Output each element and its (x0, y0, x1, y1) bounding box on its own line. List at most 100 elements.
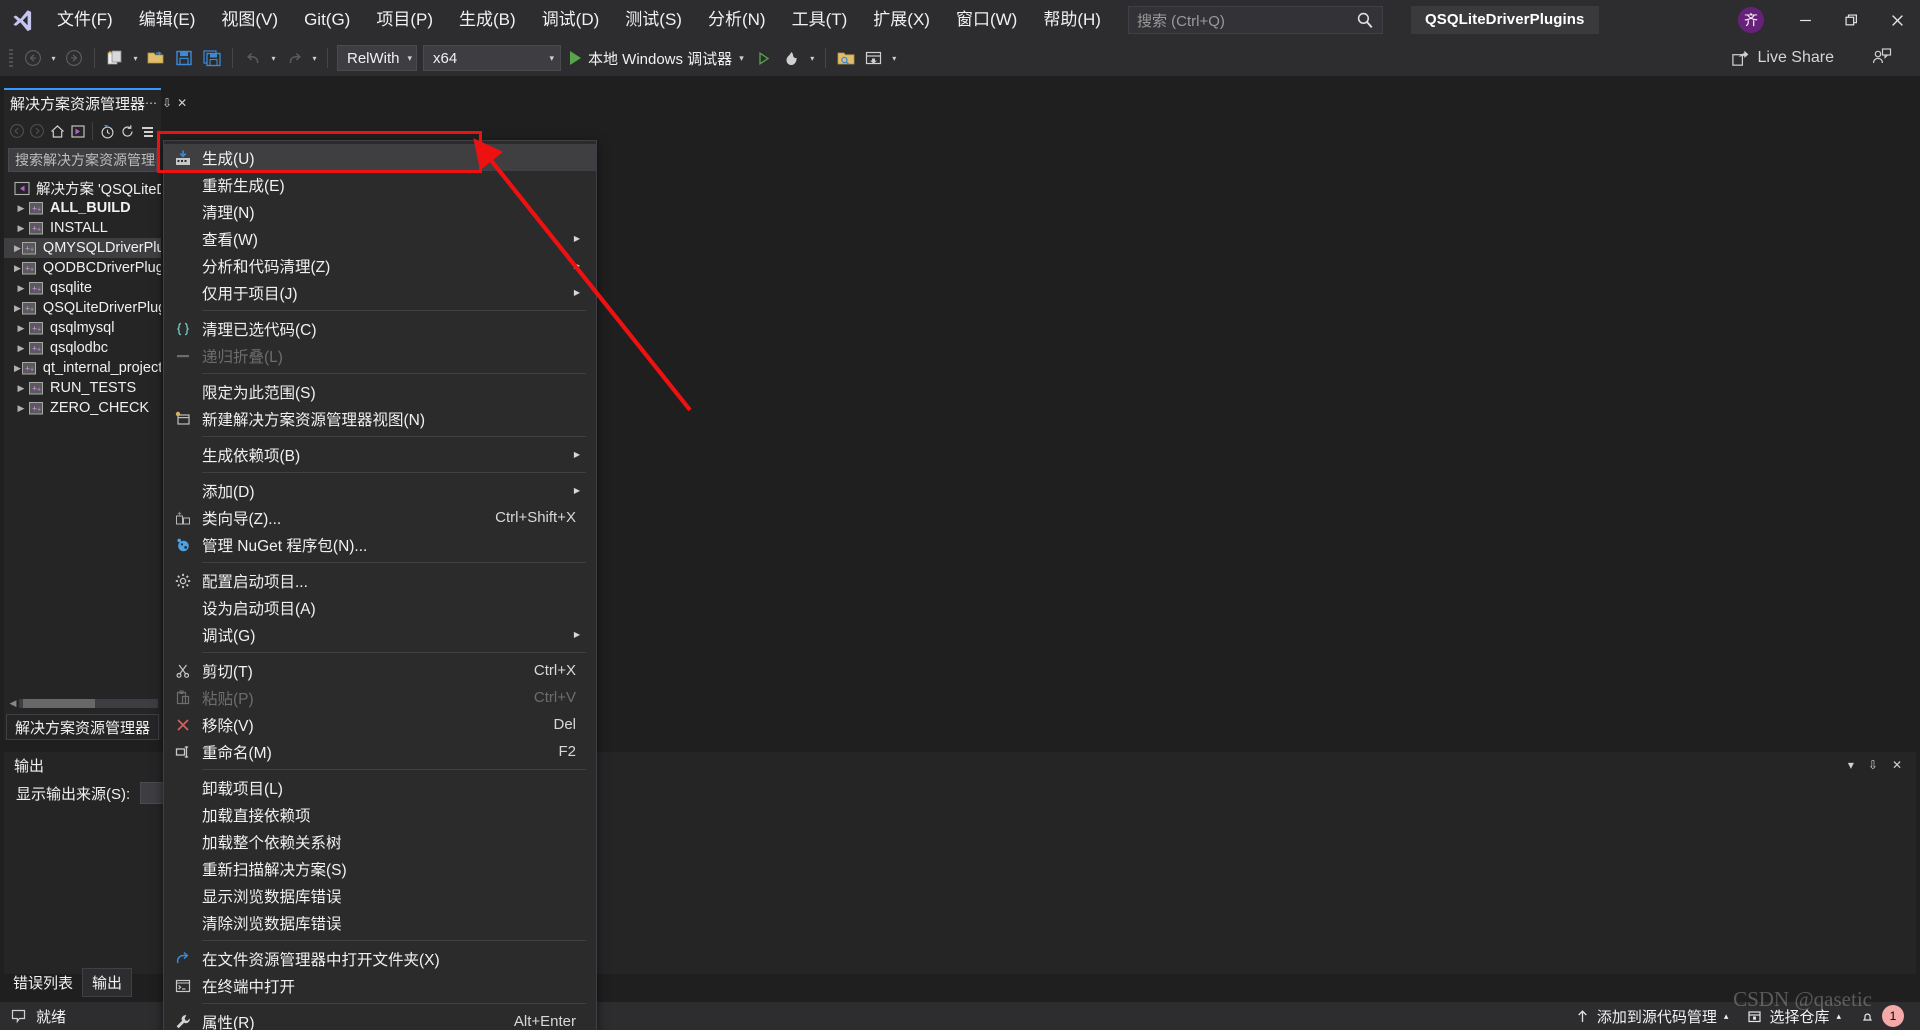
context-menu-item-rename[interactable]: 重命名(M) F2 (164, 738, 596, 765)
toolbar-grip[interactable] (6, 47, 16, 69)
pin-icon[interactable]: ⇩ (1868, 758, 1878, 772)
context-menu-item-debug[interactable]: 调试(G) ▶ (164, 621, 596, 648)
context-menu-item-view[interactable]: 查看(W) ▶ (164, 225, 596, 252)
menu-debug[interactable]: 调试(D) (529, 0, 613, 40)
expander-icon[interactable]: ▶ (14, 323, 28, 334)
scroll-track[interactable] (19, 698, 158, 708)
save-icon[interactable] (170, 44, 198, 72)
select-repository-button[interactable]: 选择仓库 ▴ (1741, 1006, 1847, 1027)
solution-explorer-horizontal-scrollbar[interactable]: ◀ (7, 696, 158, 710)
expander-icon[interactable]: ▶ (14, 383, 28, 394)
context-menu-item-add[interactable]: 添加(D) ▶ (164, 477, 596, 504)
context-menu-item-open-folder-in-file-explorer[interactable]: 在文件资源管理器中打开文件夹(X) (164, 945, 596, 972)
live-share-people-icon[interactable] (1871, 46, 1892, 72)
menu-window[interactable]: 窗口(W) (943, 0, 1030, 40)
context-menu-item-scope-to-this[interactable]: 限定为此范围(S) (164, 378, 596, 405)
redo-icon[interactable] (280, 44, 308, 72)
context-menu-item-rebuild[interactable]: 重新生成(E) (164, 171, 596, 198)
tree-item-qodbcdriverplugin[interactable]: ▶ ++ QODBCDriverPlugin (4, 258, 161, 278)
tree-item-qmysqldriverplugin[interactable]: ▶ ++ QMYSQLDriverPlugin (4, 238, 161, 258)
tree-item-solution[interactable]: 解决方案 'QSQLiteDriverPlugins' (11 个项目) (4, 178, 161, 198)
nav-back-icon[interactable] (8, 119, 26, 143)
menu-git[interactable]: Git(G) (291, 0, 363, 40)
start-without-debugging-icon[interactable] (750, 44, 778, 72)
chevron-down-icon[interactable]: ▾ (739, 53, 744, 64)
window-layout-icon[interactable] (860, 44, 888, 72)
start-debugging-button[interactable]: 本地 Windows 调试器 ▾ (564, 44, 750, 72)
navigate-forward-icon[interactable] (60, 44, 88, 72)
refresh-icon[interactable] (118, 119, 136, 143)
context-menu-item-unload-project[interactable]: 卸载项目(L) (164, 774, 596, 801)
expander-icon[interactable]: ▶ (14, 343, 28, 354)
minimize-icon[interactable] (1782, 0, 1828, 40)
nav-forward-icon[interactable] (28, 119, 46, 143)
expander-icon[interactable]: ▶ (14, 303, 21, 314)
menu-extensions[interactable]: 扩展(X) (860, 0, 943, 40)
avatar[interactable]: 齐 (1738, 7, 1764, 33)
expander-icon[interactable]: ▶ (14, 243, 21, 254)
open-folder-icon[interactable] (142, 44, 170, 72)
folder-search-icon[interactable] (832, 44, 860, 72)
menu-test[interactable]: 测试(S) (612, 0, 695, 40)
switch-views-icon[interactable] (69, 119, 87, 143)
pin-icon[interactable]: ⇩ (162, 97, 172, 109)
context-menu-item-remove[interactable]: 移除(V) Del (164, 711, 596, 738)
tree-item-qsqlitedriverplugin[interactable]: ▶ ++ QSQLiteDriverPlugin (4, 298, 161, 318)
scroll-left-icon[interactable]: ◀ (7, 698, 19, 709)
navigate-back-dropdown-icon[interactable]: ▾ (47, 44, 60, 72)
menu-build[interactable]: 生成(B) (446, 0, 529, 40)
tree-item-qsqlite[interactable]: ▶ + + qsqlite (4, 278, 161, 298)
context-menu-item-build[interactable]: 生成(U) (164, 144, 596, 171)
pending-changes-icon[interactable] (98, 119, 116, 143)
restore-icon[interactable] (1828, 0, 1874, 40)
menu-edit[interactable]: 编辑(E) (126, 0, 209, 40)
tab-output[interactable]: 输出 (82, 968, 133, 997)
tab-error-list[interactable]: 错误列表 (4, 969, 82, 996)
collapse-all-icon[interactable] (139, 119, 157, 143)
context-menu-item-build-dependencies[interactable]: 生成依赖项(B) ▶ (164, 441, 596, 468)
layout-dropdown-icon[interactable]: ▾ (888, 44, 901, 72)
context-menu-item-configure-startup-projects[interactable]: 配置启动项目... (164, 567, 596, 594)
home-icon[interactable] (49, 119, 67, 143)
expander-icon[interactable]: ▶ (14, 263, 21, 274)
solution-configuration-combo[interactable]: RelWith ▾ (337, 45, 417, 71)
expander-icon[interactable]: ▶ (14, 363, 21, 374)
save-all-icon[interactable] (198, 44, 226, 72)
scroll-thumb[interactable] (23, 698, 95, 708)
menu-file[interactable]: 文件(F) (44, 0, 126, 40)
context-menu-item-class-wizard[interactable]: 类向导(Z)... Ctrl+Shift+X (164, 504, 596, 531)
notifications-button[interactable]: 1 (1854, 1005, 1910, 1027)
new-item-icon[interactable] (101, 44, 129, 72)
menu-project[interactable]: 项目(P) (363, 0, 446, 40)
context-menu-item-load-entire-dependency-tree[interactable]: 加载整个依赖关系树 (164, 828, 596, 855)
more-icon[interactable]: ⋯ (145, 97, 157, 109)
solution-platform-combo[interactable]: x64 ▾ (423, 45, 561, 71)
undo-dropdown-icon[interactable]: ▾ (267, 44, 280, 72)
context-menu-item-set-as-startup-project[interactable]: 设为启动项目(A) (164, 594, 596, 621)
tree-item-zero-check[interactable]: ▶ + + ZERO_CHECK (4, 398, 161, 418)
context-menu-item-cut[interactable]: 剪切(T) Ctrl+X (164, 657, 596, 684)
context-menu-item-clean[interactable]: 清理(N) (164, 198, 596, 225)
hot-reload-dropdown-icon[interactable]: ▾ (806, 44, 819, 72)
hot-reload-icon[interactable] (778, 44, 806, 72)
tree-item-qt-internal-project[interactable]: ▶ + + qt_internal_project (4, 358, 161, 378)
global-search-input[interactable]: 搜索 (Ctrl+Q) (1137, 10, 1356, 31)
context-menu-item-cleanup-selected-code[interactable]: 清理已选代码(C) (164, 315, 596, 342)
menu-tools[interactable]: 工具(T) (779, 0, 861, 40)
close-icon[interactable]: ✕ (1892, 758, 1902, 772)
menu-view[interactable]: 视图(V) (208, 0, 291, 40)
close-icon[interactable] (1874, 0, 1920, 40)
context-menu-item-properties[interactable]: 属性(R) Alt+Enter (164, 1008, 596, 1030)
context-menu-item-project-only[interactable]: 仅用于项目(J) ▶ (164, 279, 596, 306)
context-menu-item-rescan-solution[interactable]: 重新扫描解决方案(S) (164, 855, 596, 882)
solution-explorer-search-input[interactable]: 搜索解决方案资源管理器(Ctrl+;) (8, 148, 157, 172)
context-menu-item-clear-browse-database-errors[interactable]: 清除浏览数据库错误 (164, 909, 596, 936)
context-menu-item-analyze-cleanup[interactable]: 分析和代码清理(Z) ▶ (164, 252, 596, 279)
solution-explorer-tab[interactable]: 解决方案资源管理器 (6, 714, 159, 740)
close-icon[interactable]: ✕ (177, 97, 187, 109)
dropdown-icon[interactable]: ▾ (1848, 758, 1854, 772)
new-item-dropdown-icon[interactable]: ▾ (129, 44, 142, 72)
add-to-source-control-button[interactable]: 添加到源代码管理 ▴ (1569, 1006, 1735, 1027)
expander-icon[interactable]: ▶ (14, 283, 28, 294)
menu-analyze[interactable]: 分析(N) (695, 0, 779, 40)
